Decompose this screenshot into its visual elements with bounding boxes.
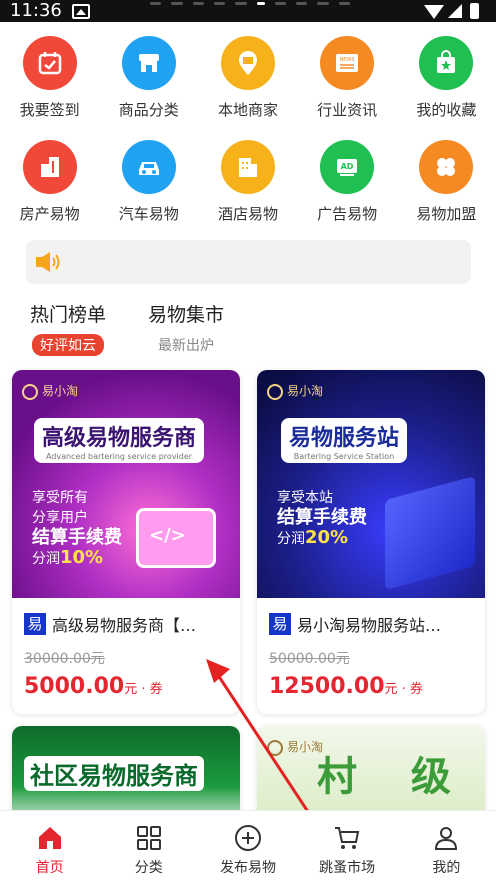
grid-item-category[interactable]: 商品分类 <box>99 28 198 132</box>
original-price: 30000.00元 <box>24 651 105 667</box>
svg-text:AD: AD <box>341 162 354 171</box>
category-grid-icon <box>136 826 161 850</box>
banner-headline: 高级易物服务商 Advanced bartering service provi… <box>34 418 205 463</box>
yi-badge-icon: 易 <box>269 613 291 635</box>
grid-item-franchise[interactable]: 易物加盟 <box>397 132 496 236</box>
banner-logo: 易小淘 <box>267 382 323 400</box>
banner-headline: 社区易物服务商 <box>24 756 204 791</box>
tab-title: 易物集市 <box>148 304 225 326</box>
nav-label: 首页 <box>35 860 64 876</box>
car-icon <box>121 140 176 194</box>
hotel-icon <box>220 140 275 194</box>
nav-flea-market[interactable]: 跳蚤市场 <box>298 811 397 881</box>
nav-label: 跳蚤市场 <box>319 860 376 876</box>
grid-label: 本地商家 <box>217 101 278 119</box>
calendar-check-icon <box>22 36 77 90</box>
grid-label: 易物加盟 <box>416 205 477 223</box>
grid-label: 酒店易物 <box>217 205 278 223</box>
grid-item-car[interactable]: 汽车易物 <box>99 132 198 236</box>
product-price: 5000.00元 · 券 <box>24 674 163 699</box>
battery-icon <box>470 3 479 19</box>
product-name: 易 易小淘易物服务站… <box>269 612 473 636</box>
tab-subtitle-pill: 好评如云 <box>32 334 104 356</box>
clover-icon <box>419 140 474 194</box>
grid-item-news[interactable]: NEWS 行业资讯 <box>298 28 397 132</box>
monitor-illustration <box>136 508 216 568</box>
building-icon <box>22 140 77 194</box>
ranking-tabs: 热门榜单 好评如云 易物集市 最新出炉 <box>0 300 496 360</box>
nav-home[interactable]: 首页 <box>0 811 99 881</box>
svg-text:NEWS: NEWS <box>340 57 355 63</box>
isometric-illustration <box>385 475 475 591</box>
nav-label: 我的 <box>432 860 461 876</box>
yi-badge-icon: 易 <box>24 613 46 635</box>
grid-item-local-merchant[interactable]: 本地商家 <box>198 28 297 132</box>
tab-hot-ranking[interactable]: 热门榜单 好评如云 <box>30 300 106 356</box>
signal-icon <box>448 4 462 18</box>
nav-category[interactable]: 分类 <box>99 811 198 881</box>
product-name: 易 高级易物服务商【… <box>24 612 228 636</box>
user-icon <box>435 827 458 850</box>
status-time: 11:36 <box>10 0 62 21</box>
tab-market[interactable]: 易物集市 最新出炉 <box>148 300 224 355</box>
ad-icon: AD <box>320 140 375 194</box>
bag-star-icon <box>419 36 474 90</box>
home-icon <box>38 827 61 849</box>
nav-mine[interactable]: 我的 <box>397 811 496 881</box>
grid-label: 我的收藏 <box>416 101 477 119</box>
banner-text: 享受本站 结算手续费 分润20% <box>277 490 367 548</box>
speaker-icon <box>36 252 60 272</box>
banner-headline: 村 级 <box>317 754 471 800</box>
product-banner: 易小淘 高级易物服务商 Advanced bartering service p… <box>12 370 240 598</box>
plus-circle-icon <box>234 825 261 851</box>
grid-item-favorites[interactable]: 我的收藏 <box>397 28 496 132</box>
grid-label: 我要签到 <box>19 101 80 119</box>
wifi-icon <box>424 5 444 19</box>
nav-publish[interactable]: 发布易物 <box>198 811 297 881</box>
grid-label: 汽车易物 <box>118 205 179 223</box>
feature-grid: 我要签到 商品分类 本地商家 NEWS 行业资讯 我的收藏 房产易物 汽车易物 … <box>0 28 496 236</box>
grid-item-advertising[interactable]: AD 广告易物 <box>298 132 397 236</box>
announcement-bar[interactable] <box>26 240 471 284</box>
banner-headline: 易物服务站 Bartering Service Station <box>281 418 408 463</box>
grid-item-checkin[interactable]: 我要签到 <box>0 28 99 132</box>
page-indicator <box>150 2 351 6</box>
nav-label: 发布易物 <box>219 860 276 876</box>
tab-title: 热门榜单 <box>30 304 107 326</box>
store-icon <box>121 36 176 90</box>
nav-label: 分类 <box>134 860 163 876</box>
grid-item-hotel[interactable]: 酒店易物 <box>198 132 297 236</box>
grid-item-real-estate[interactable]: 房产易物 <box>0 132 99 236</box>
cart-icon <box>335 827 360 849</box>
grid-label: 房产易物 <box>19 205 80 223</box>
product-banner: 易小淘 易物服务站 Bartering Service Station 享受本站… <box>257 370 485 598</box>
location-shop-icon <box>220 36 275 90</box>
annotation-arrow-icon <box>206 659 322 831</box>
tab-subtitle: 最新出炉 <box>158 338 214 354</box>
grid-label: 广告易物 <box>317 205 378 223</box>
image-notification-icon <box>72 4 90 19</box>
grid-label: 行业资讯 <box>317 101 378 119</box>
grid-label: 商品分类 <box>118 101 179 119</box>
bottom-nav: 首页 分类 发布易物 跳蚤市场 我的 <box>0 810 496 881</box>
news-icon: NEWS <box>320 36 375 90</box>
banner-text: 享受所有 分享用户 结算手续费 分润10% <box>32 490 122 568</box>
status-bar: 11:36 <box>0 0 496 22</box>
banner-logo: 易小淘 <box>22 382 78 400</box>
